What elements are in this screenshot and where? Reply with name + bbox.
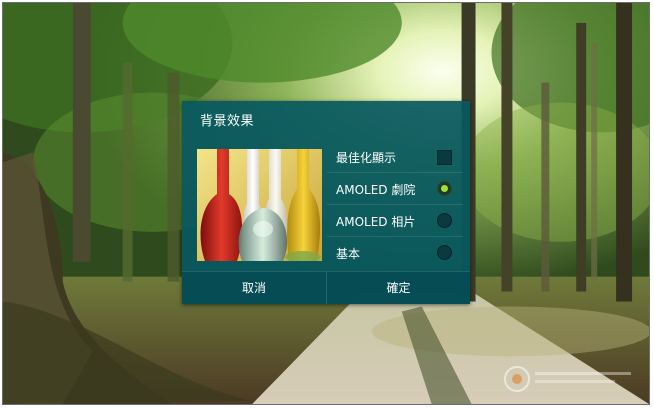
amoled-cinema-radio[interactable] [437,181,452,196]
option-amoled-photo[interactable]: AMOLED 相片 [327,205,463,237]
ok-button[interactable]: 確定 [326,272,470,304]
option-label: AMOLED 相片 [336,215,416,229]
background-effect-dialog: 背景效果 最佳化顯示 AMOLED 劇院 AMOLED 相片 基本 取消 確定 [182,101,470,304]
option-label: 基本 [336,247,361,261]
dialog-button-bar: 取消 確定 [182,271,470,304]
optimized-display-checkbox[interactable] [437,150,452,165]
cancel-button[interactable]: 取消 [182,272,326,304]
basic-radio[interactable] [437,245,452,260]
amoled-photo-radio[interactable] [437,213,452,228]
dialog-title: 背景效果 [200,114,255,129]
device-screen: 背景效果 最佳化顯示 AMOLED 劇院 AMOLED 相片 基本 取消 確定 [2,2,650,405]
colored-bottles-image [197,149,322,261]
option-optimized-display[interactable]: 最佳化顯示 [327,141,463,173]
option-amoled-cinema[interactable]: AMOLED 劇院 [327,173,463,205]
watermark-logo [504,366,631,392]
option-label: 最佳化顯示 [336,151,397,165]
option-label: AMOLED 劇院 [336,183,416,197]
option-basic[interactable]: 基本 [327,237,463,269]
